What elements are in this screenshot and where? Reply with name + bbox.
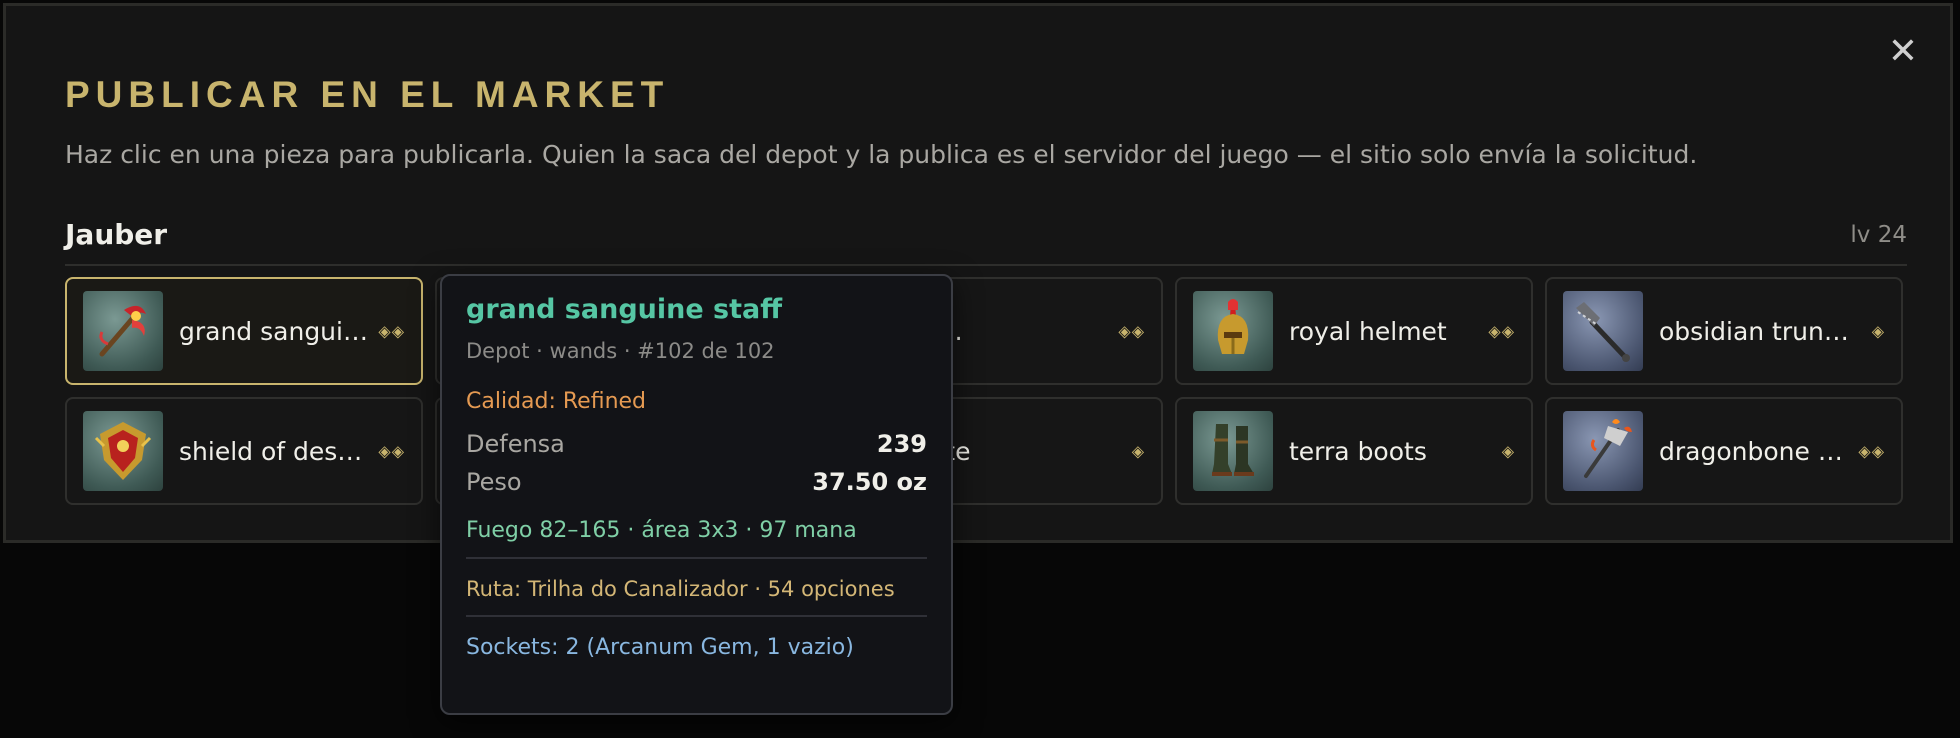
stat-value: 37.50 oz	[812, 468, 927, 496]
character-name: Jauber	[65, 218, 168, 251]
rarity-icon: ◈	[1501, 441, 1515, 461]
shield-icon	[83, 411, 163, 491]
tooltip-stat-row: Peso 37.50 oz	[466, 468, 927, 496]
character-level: lv 24	[1850, 222, 1907, 248]
rarity-icon: ◈◈	[378, 441, 405, 461]
item-card[interactable]: royal helmet ◈◈	[1175, 277, 1533, 385]
item-name: terra boots	[1289, 436, 1427, 466]
stat-label: Defensa	[466, 430, 565, 458]
tooltip-stat-row: Defensa 239	[466, 430, 927, 458]
boots-icon	[1193, 411, 1273, 491]
item-name: royal helmet	[1289, 316, 1447, 346]
item-card[interactable]: obsidian truncheon ◈	[1545, 277, 1903, 385]
item-name: dragonbone staff	[1659, 436, 1849, 466]
tooltip-effect: Fuego 82–165 · área 3x3 · 97 mana	[466, 518, 857, 543]
item-card[interactable]: dragonbone staff ◈◈	[1545, 397, 1903, 505]
stat-value: 239	[876, 430, 927, 458]
rarity-icon: ◈◈	[1858, 441, 1885, 461]
rarity-icon: ◈◈	[378, 321, 405, 341]
tooltip-divider	[466, 615, 927, 617]
axe-icon	[1563, 411, 1643, 491]
publish-market-modal: ✕ PUBLICAR EN EL MARKET Haz clic en una …	[3, 3, 1953, 543]
item-card[interactable]: terra boots ◈	[1175, 397, 1533, 505]
tooltip-meta: Depot · wands · #102 de 102	[466, 339, 775, 363]
tooltip-quality: Calidad: Refined	[466, 389, 647, 414]
stat-label: Peso	[466, 468, 522, 496]
item-card[interactable]: shield of destiny ◈◈	[65, 397, 423, 505]
item-name: grand sanguine staff	[179, 316, 369, 346]
section-divider	[65, 264, 1907, 266]
close-button[interactable]: ✕	[1888, 34, 1918, 70]
tooltip-route: Ruta: Trilha do Canalizador · 54 opcione…	[466, 577, 895, 601]
tooltip-divider	[466, 557, 927, 559]
item-name: obsidian truncheon	[1659, 316, 1849, 346]
modal-subtitle: Haz clic en una pieza para publicarla. Q…	[65, 140, 1698, 169]
item-card[interactable]: grand sanguine staff ◈◈	[65, 277, 423, 385]
tooltip-sockets: Sockets: 2 (Arcanum Gem, 1 vazio)	[466, 635, 854, 660]
item-grid: grand sanguine staff ◈◈ gic plate ... ◈◈…	[65, 277, 1903, 505]
rarity-icon: ◈◈	[1118, 321, 1145, 341]
item-tooltip: grand sanguine staff Depot · wands · #10…	[440, 274, 953, 715]
helmet-icon	[1193, 291, 1273, 371]
rarity-icon: ◈	[1871, 321, 1885, 341]
tooltip-item-name: grand sanguine staff	[466, 294, 783, 325]
item-name: shield of destiny	[179, 436, 369, 466]
staff-icon	[83, 291, 163, 371]
rarity-icon: ◈	[1131, 441, 1145, 461]
mace-icon	[1563, 291, 1643, 371]
modal-title: PUBLICAR EN EL MARKET	[65, 74, 670, 115]
rarity-icon: ◈◈	[1488, 321, 1515, 341]
